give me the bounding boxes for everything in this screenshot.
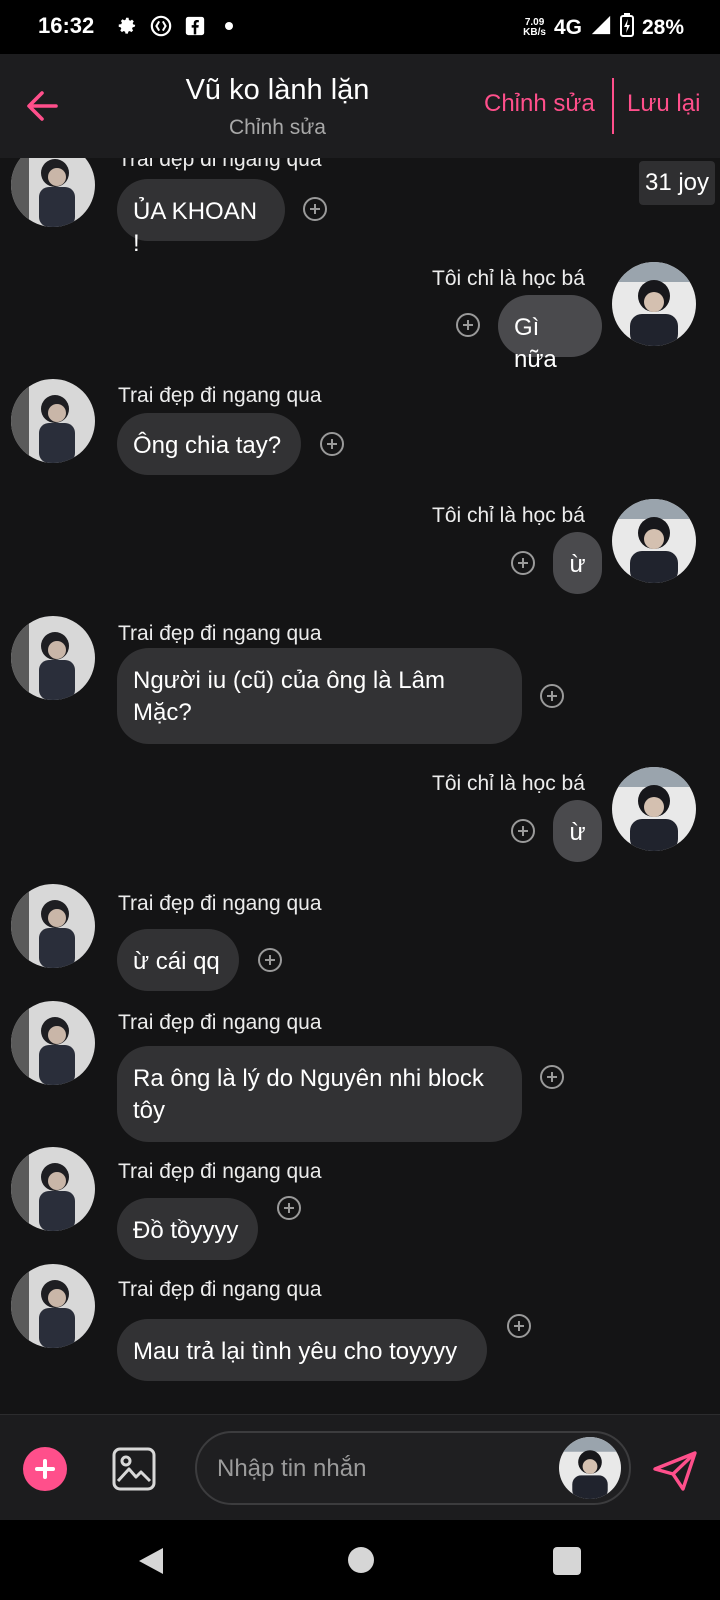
status-bar: 16:32 7.09 KB/s 4G 28% bbox=[0, 0, 720, 54]
sender-name: Trai đẹp đi ngang qua bbox=[118, 622, 322, 645]
react-add-icon[interactable] bbox=[540, 1065, 564, 1089]
back-arrow-icon[interactable] bbox=[22, 86, 62, 126]
status-time: 16:32 bbox=[38, 13, 95, 38]
sender-name: Trai đẹp đi ngang qua bbox=[118, 892, 322, 915]
message-bubble[interactable]: Người iu (cũ) của ông là Lâm Mặc? bbox=[117, 648, 522, 744]
image-icon[interactable] bbox=[112, 1447, 156, 1491]
network-type: 4G bbox=[553, 16, 582, 39]
react-add-icon[interactable] bbox=[456, 313, 480, 337]
message-bubble[interactable]: Mau trả lại tình yêu cho toyyyy bbox=[117, 1319, 487, 1381]
send-icon[interactable] bbox=[652, 1449, 698, 1493]
sender-name: Trai đẹp đi ngang qua bbox=[118, 1160, 322, 1183]
save-button[interactable]: Lưu lại bbox=[627, 90, 700, 118]
status-right: 7.09 KB/s 4G 28% bbox=[523, 13, 684, 43]
react-add-icon[interactable] bbox=[540, 684, 564, 708]
dot-icon bbox=[217, 14, 241, 38]
message-list[interactable]: 31 joy Trai đẹp đi ngang qua ỦA KHOAN ! … bbox=[0, 158, 720, 1414]
joy-badge: 31 joy bbox=[639, 161, 715, 205]
react-add-icon[interactable] bbox=[258, 948, 282, 972]
sender-name: Tôi chỉ là học bá bbox=[432, 504, 585, 527]
self-avatar[interactable] bbox=[612, 767, 696, 851]
home-circle-icon[interactable] bbox=[348, 1547, 374, 1573]
sender-avatar[interactable] bbox=[11, 158, 95, 227]
sender-name: Trai đẹp đi ngang qua bbox=[118, 384, 322, 407]
sender-avatar[interactable] bbox=[11, 1264, 95, 1348]
message-bubble[interactable]: Gì nữa bbox=[498, 295, 602, 373]
recents-square-icon[interactable] bbox=[553, 1547, 581, 1575]
settings-icon bbox=[115, 14, 139, 38]
shazam-icon bbox=[149, 14, 173, 38]
message-bubble[interactable]: ừ bbox=[553, 532, 602, 594]
sender-avatar[interactable] bbox=[11, 884, 95, 968]
message-input-bar bbox=[0, 1414, 720, 1521]
sender-avatar[interactable] bbox=[11, 616, 95, 700]
self-avatar[interactable] bbox=[612, 499, 696, 583]
message-bubble[interactable]: ừ bbox=[553, 800, 602, 862]
notification-icons bbox=[115, 14, 241, 38]
message-bubble[interactable]: Ra ông là lý do Nguyên nhi block tôy bbox=[117, 1046, 522, 1142]
message-bubble[interactable]: Ông chia tay? bbox=[117, 413, 301, 475]
sender-name: Trai đẹp đi ngang qua bbox=[118, 1278, 322, 1301]
add-icon[interactable] bbox=[23, 1447, 67, 1491]
react-add-icon[interactable] bbox=[511, 551, 535, 575]
react-add-icon[interactable] bbox=[320, 432, 344, 456]
react-add-icon[interactable] bbox=[507, 1314, 531, 1338]
header-divider bbox=[612, 78, 614, 134]
react-add-icon[interactable] bbox=[277, 1196, 301, 1220]
message-bubble[interactable]: ỦA KHOAN ! bbox=[117, 179, 285, 257]
sender-name: Tôi chỉ là học bá bbox=[432, 772, 585, 795]
react-add-icon[interactable] bbox=[511, 819, 535, 843]
net-speed: 7.09 KB/s bbox=[523, 17, 546, 38]
sender-avatar[interactable] bbox=[11, 1147, 95, 1231]
message-bubble[interactable]: ừ cái qq bbox=[117, 929, 239, 991]
avatar-selector[interactable] bbox=[559, 1437, 621, 1499]
edit-button[interactable]: Chỉnh sửa bbox=[484, 90, 595, 118]
sender-avatar[interactable] bbox=[11, 1001, 95, 1085]
battery-charging-icon bbox=[619, 13, 634, 43]
message-bubble[interactable]: Đồ tồyyyy bbox=[117, 1198, 258, 1260]
chat-header: Vũ ko lành lặn Chỉnh sửa Chỉnh sửa Lưu l… bbox=[0, 54, 720, 158]
system-nav-bar bbox=[0, 1520, 720, 1600]
sender-name: Tôi chỉ là học bá bbox=[432, 267, 585, 290]
conversation-title: Vũ ko lành lặn bbox=[185, 74, 370, 106]
back-triangle-icon[interactable] bbox=[137, 1546, 165, 1581]
facebook-icon bbox=[183, 14, 207, 38]
react-add-icon[interactable] bbox=[303, 197, 327, 221]
message-input-wrapper bbox=[195, 1431, 631, 1505]
sender-avatar[interactable] bbox=[11, 379, 95, 463]
self-avatar[interactable] bbox=[612, 262, 696, 346]
sender-name: Trai đẹp đi ngang qua bbox=[118, 1011, 322, 1034]
message-input[interactable] bbox=[215, 1445, 539, 1493]
signal-icon bbox=[590, 14, 612, 42]
battery-percent: 28% bbox=[641, 16, 684, 39]
sender-name: Trai đẹp đi ngang qua bbox=[118, 158, 322, 171]
conversation-subtitle: Chỉnh sửa bbox=[229, 116, 326, 139]
